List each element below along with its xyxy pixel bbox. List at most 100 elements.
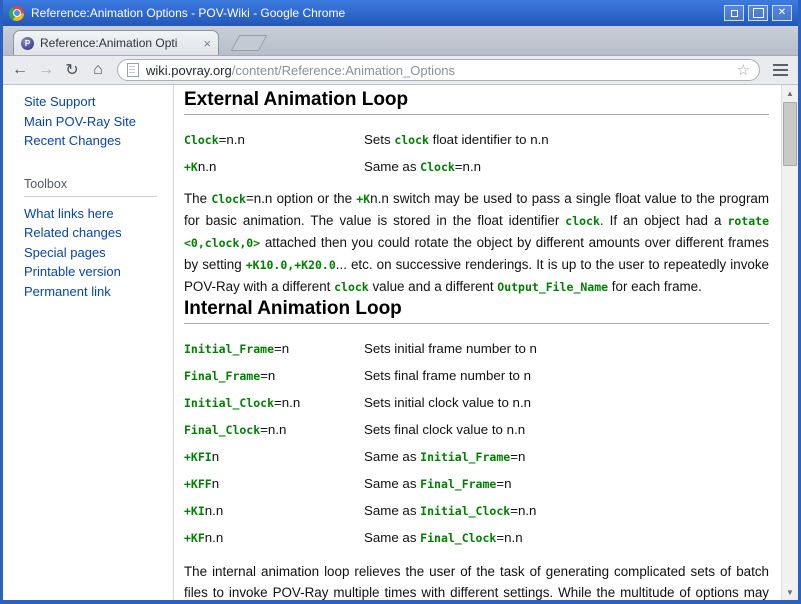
sidebar-link-related-changes[interactable]: Related changes bbox=[24, 223, 173, 243]
code-link[interactable]: Initial_Frame bbox=[420, 450, 510, 464]
option-description: Same as Clock=n.n bbox=[364, 158, 769, 176]
toolbox-heading: Toolbox bbox=[24, 177, 157, 197]
window-controls: ✕ bbox=[724, 5, 792, 21]
maximize-icon bbox=[753, 8, 764, 18]
paragraph: The internal animation loop relieves the… bbox=[184, 561, 769, 600]
bookmark-star-icon[interactable]: ☆ bbox=[737, 61, 750, 79]
table-row: Initial_Clock=n.n Sets initial clock val… bbox=[184, 394, 769, 412]
option-description: Sets initial clock value to n.n bbox=[364, 394, 769, 412]
option-term[interactable]: Clock=n.n bbox=[184, 131, 364, 149]
code-link[interactable]: Clock bbox=[184, 133, 219, 147]
url-path: /content/Reference:Animation_Options bbox=[232, 63, 455, 78]
sidebar-link-recent-changes[interactable]: Recent Changes bbox=[24, 131, 173, 151]
povray-favicon-icon: P bbox=[21, 37, 34, 50]
code-link[interactable]: Clock bbox=[211, 192, 246, 206]
reload-button[interactable]: ↻ bbox=[60, 58, 84, 82]
option-description: Same as Initial_Frame=n bbox=[364, 448, 769, 466]
option-term[interactable]: +KIn.n bbox=[184, 502, 364, 520]
code-link[interactable]: Final_Frame bbox=[420, 477, 496, 491]
option-term[interactable]: +KFn.n bbox=[184, 529, 364, 547]
new-tab-button[interactable] bbox=[231, 35, 268, 51]
code-link[interactable]: Clock bbox=[420, 160, 455, 174]
window-title: Reference:Animation Options - POV-Wiki -… bbox=[31, 6, 717, 20]
option-description: Sets clock float identifier to n.n bbox=[364, 131, 769, 149]
code-link[interactable]: +K bbox=[356, 192, 370, 206]
option-term[interactable]: Initial_Frame=n bbox=[184, 340, 364, 358]
table-row: Final_Frame=n Sets final frame number to… bbox=[184, 367, 769, 385]
code-link[interactable]: Output_File_Name bbox=[497, 280, 608, 294]
code-link[interactable]: +KF bbox=[184, 531, 205, 545]
sidebar-link-special-pages[interactable]: Special pages bbox=[24, 243, 173, 263]
chrome-logo-icon bbox=[9, 6, 24, 21]
forward-button[interactable]: → bbox=[34, 58, 58, 82]
code-link[interactable]: +KFF bbox=[184, 477, 212, 491]
section-heading-external-animation-loop: External Animation Loop bbox=[184, 89, 769, 115]
code-link[interactable]: rotate <0,clock,0> bbox=[184, 214, 769, 250]
minimize-icon bbox=[731, 10, 738, 17]
code-link[interactable]: Final_Clock bbox=[420, 531, 496, 545]
option-term[interactable]: +KFIn bbox=[184, 448, 364, 466]
code-link[interactable]: +K bbox=[184, 160, 198, 174]
code-link[interactable]: Final_Frame bbox=[184, 369, 260, 383]
paragraph: The Clock=n.n option or the +Kn.n switch… bbox=[184, 188, 769, 298]
close-button[interactable]: ✕ bbox=[772, 5, 792, 21]
menu-button[interactable] bbox=[767, 59, 793, 81]
option-term[interactable]: +Kn.n bbox=[184, 158, 364, 176]
code-link[interactable]: Final_Clock bbox=[184, 423, 260, 437]
table-row: +Kn.n Same as Clock=n.n bbox=[184, 158, 769, 176]
scrollbar-thumb[interactable] bbox=[783, 102, 797, 166]
address-bar[interactable]: wiki.povray.org/content/Reference:Animat… bbox=[117, 59, 760, 81]
section-heading-internal-animation-loop: Internal Animation Loop bbox=[184, 298, 769, 324]
tab-strip: P Reference:Animation Opti × bbox=[3, 26, 798, 56]
option-term[interactable]: +KFFn bbox=[184, 475, 364, 493]
option-description: Same as Final_Clock=n.n bbox=[364, 529, 769, 547]
code-link[interactable]: Initial_Frame bbox=[184, 342, 274, 356]
option-description: Sets final frame number to n bbox=[364, 367, 769, 385]
menu-icon bbox=[773, 69, 788, 71]
home-button[interactable]: ⌂ bbox=[86, 58, 110, 82]
page-icon bbox=[127, 63, 139, 77]
back-button[interactable]: ← bbox=[8, 58, 32, 82]
table-row: Initial_Frame=n Sets initial frame numbe… bbox=[184, 340, 769, 358]
sidebar-link-what-links-here[interactable]: What links here bbox=[24, 204, 173, 224]
code-link[interactable]: clock bbox=[334, 280, 369, 294]
code-link[interactable]: +KI bbox=[184, 504, 205, 518]
option-description: Same as Initial_Clock=n.n bbox=[364, 502, 769, 520]
table-row: +KIn.n Same as Initial_Clock=n.n bbox=[184, 502, 769, 520]
sidebar-link-permanent-link[interactable]: Permanent link bbox=[24, 282, 173, 302]
page-content: Site Support Main POV-Ray Site Recent Ch… bbox=[3, 85, 798, 600]
table-row: Clock=n.n Sets clock float identifier to… bbox=[184, 131, 769, 149]
tab-close-icon[interactable]: × bbox=[203, 36, 211, 51]
code-link[interactable]: +K10.0,+K20.0 bbox=[246, 258, 336, 272]
browser-window: Reference:Animation Options - POV-Wiki -… bbox=[0, 0, 801, 604]
code-link[interactable]: clock bbox=[394, 133, 429, 147]
sidebar-link-site-support[interactable]: Site Support bbox=[24, 92, 173, 112]
wiki-sidebar: Site Support Main POV-Ray Site Recent Ch… bbox=[3, 85, 173, 600]
url-text: wiki.povray.org/content/Reference:Animat… bbox=[146, 63, 455, 78]
code-link[interactable]: +KFI bbox=[184, 450, 212, 464]
sidebar-link-main-povray-site[interactable]: Main POV-Ray Site bbox=[24, 112, 173, 132]
browser-toolbar: ← → ↻ ⌂ wiki.povray.org/content/Referenc… bbox=[3, 56, 798, 85]
table-row: +KFIn Same as Initial_Frame=n bbox=[184, 448, 769, 466]
scroll-down-icon[interactable]: ▼ bbox=[782, 584, 798, 600]
code-link[interactable]: Initial_Clock bbox=[420, 504, 510, 518]
code-link[interactable]: clock bbox=[565, 214, 600, 228]
vertical-scrollbar[interactable]: ▲ ▼ bbox=[781, 85, 798, 600]
article-content: External Animation Loop Clock=n.n Sets c… bbox=[173, 85, 781, 600]
option-term[interactable]: Initial_Clock=n.n bbox=[184, 394, 364, 412]
option-term[interactable]: Final_Frame=n bbox=[184, 367, 364, 385]
option-description: Same as Final_Frame=n bbox=[364, 475, 769, 493]
url-host: wiki.povray.org bbox=[146, 63, 232, 78]
sidebar-link-printable-version[interactable]: Printable version bbox=[24, 262, 173, 282]
option-term[interactable]: Final_Clock=n.n bbox=[184, 421, 364, 439]
option-description: Sets final clock value to n.n bbox=[364, 421, 769, 439]
option-description: Sets initial frame number to n bbox=[364, 340, 769, 358]
scroll-up-icon[interactable]: ▲ bbox=[782, 85, 798, 101]
maximize-button[interactable] bbox=[748, 5, 768, 21]
code-link[interactable]: Initial_Clock bbox=[184, 396, 274, 410]
browser-tab[interactable]: P Reference:Animation Opti × bbox=[13, 30, 219, 55]
window-titlebar: Reference:Animation Options - POV-Wiki -… bbox=[3, 0, 798, 26]
minimize-button[interactable] bbox=[724, 5, 744, 21]
table-row: +KFn.n Same as Final_Clock=n.n bbox=[184, 529, 769, 547]
table-row: +KFFn Same as Final_Frame=n bbox=[184, 475, 769, 493]
